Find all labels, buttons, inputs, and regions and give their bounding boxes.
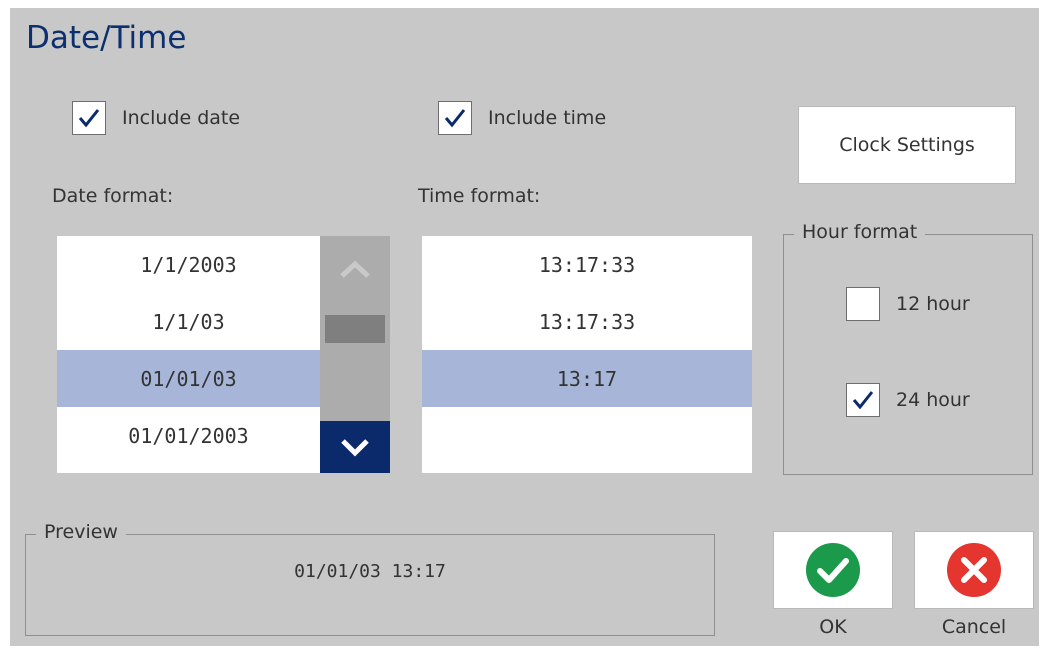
hour-24-label: 24 hour [896,389,970,411]
hour-format-24-row[interactable]: 24 hour [846,383,970,417]
include-date-label: Include date [122,107,241,129]
cancel-label: Cancel [941,616,1007,638]
ok-label: OK [819,616,847,638]
date-format-option-selected[interactable]: 01/01/03 [57,350,320,407]
date-format-list[interactable]: 1/1/2003 1/1/03 01/01/03 01/01/2003 [57,236,320,473]
date-format-scrollbar[interactable] [320,236,390,473]
date-time-dialog: Date/Time Include date Include time Cloc… [10,8,1039,646]
checkmark-icon [852,391,874,410]
date-format-option[interactable]: 1/1/2003 [57,236,320,293]
time-format-option[interactable]: 13:17:33 [422,293,752,350]
clock-settings-button[interactable]: Clock Settings [798,106,1016,184]
include-date-row[interactable]: Include date [72,101,240,135]
preview-value: 01/01/03 13:17 [294,561,446,582]
dialog-title: Date/Time [26,20,187,56]
preview-group: Preview 01/01/03 13:17 [25,521,715,636]
date-format-option[interactable]: 01/01/2003 [57,407,320,464]
checkmark-icon [78,109,100,128]
ok-button[interactable] [773,531,893,609]
scroll-up-button[interactable] [320,236,390,301]
chevron-down-icon [341,439,369,457]
time-format-list[interactable]: 13:17:33 13:17:33 13:17 [422,236,752,473]
include-date-checkbox[interactable] [72,101,106,135]
time-format-option-selected[interactable]: 13:17 [422,350,752,407]
ok-check-circle-icon [806,543,860,597]
hour-12-label: 12 hour [896,293,970,315]
scroll-down-button[interactable] [320,421,390,473]
cancel-x-circle-icon [947,543,1001,597]
date-format-label: Date format: [52,185,174,207]
include-time-label: Include time [488,107,607,129]
hour-24-checkbox[interactable] [846,383,880,417]
chevron-up-icon [340,260,370,278]
time-format-option[interactable]: 13:17:33 [422,236,752,293]
time-format-option[interactable] [422,407,752,464]
checkmark-icon [444,109,466,128]
hour-format-group: Hour format 12 hour 24 hour [783,221,1033,475]
time-format-label: Time format: [418,185,541,207]
scroll-thumb[interactable] [325,315,385,343]
preview-legend: Preview [36,521,126,543]
hour-format-12-row[interactable]: 12 hour [846,287,970,321]
cancel-button[interactable] [914,531,1034,609]
hour-12-checkbox[interactable] [846,287,880,321]
date-format-option[interactable]: 1/1/03 [57,293,320,350]
hour-format-legend: Hour format [794,221,926,243]
include-time-checkbox[interactable] [438,101,472,135]
include-time-row[interactable]: Include time [438,101,606,135]
